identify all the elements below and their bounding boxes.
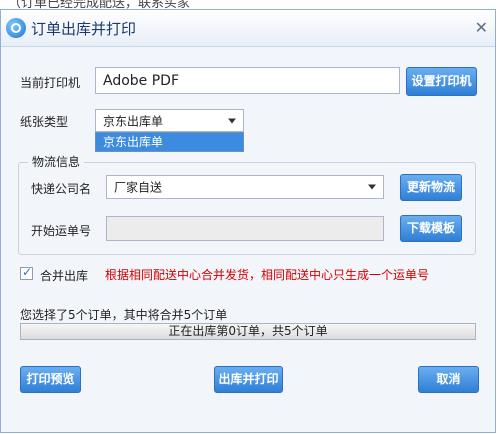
paper-type-label: 纸张类型: [20, 115, 69, 129]
dialog-title: 订单出库并打印: [31, 20, 137, 38]
ship-and-print-button[interactable]: 出库并打印: [214, 366, 283, 393]
progress-bar: 正在出库第0订单，共5个订单: [20, 323, 476, 340]
printer-field[interactable]: Adobe PDF: [95, 67, 400, 94]
progress-text: 正在出库第0订单，共5个订单: [168, 324, 328, 338]
app-logo-icon: [6, 18, 26, 38]
courier-label: 快递公司名: [31, 182, 92, 196]
cancel-button[interactable]: 取消: [418, 366, 479, 393]
tracking-number-label: 开始运单号: [31, 224, 92, 238]
logistics-group-title: 物流信息: [28, 153, 85, 170]
chevron-down-icon: [228, 118, 236, 123]
paper-type-select[interactable]: 京东出库单: [95, 109, 244, 132]
merge-hint: 根据相同配送中心合并发货，相同配送中心只生成一个运单号: [105, 268, 430, 282]
set-printer-button[interactable]: 设置打印机: [406, 67, 477, 96]
download-template-button[interactable]: 下载模板: [400, 215, 462, 242]
dropdown-option-jd[interactable]: 京东出库单: [96, 133, 243, 151]
printer-value: Adobe PDF: [103, 72, 180, 89]
update-logistics-button[interactable]: 更新物流: [400, 174, 462, 201]
paper-type-value: 京东出库单: [103, 114, 164, 128]
paper-type-dropdown: 京东出库单: [95, 132, 244, 152]
print-preview-button[interactable]: 打印预览: [20, 366, 81, 393]
checkmark-icon: ✓: [22, 265, 33, 279]
background-text-strip: （订单已经完成配送，联系买家: [0, 0, 498, 9]
printer-label: 当前打印机: [20, 76, 81, 90]
merge-label: 合并出库: [40, 269, 89, 283]
courier-value: 厂家自送: [114, 180, 163, 195]
merge-checkbox[interactable]: ✓: [20, 265, 33, 280]
selection-summary: 您选择了5个订单，其中将合并5个订单: [20, 308, 228, 322]
tracking-number-input[interactable]: [106, 216, 384, 241]
courier-select[interactable]: 厂家自送: [106, 175, 384, 199]
chevron-down-icon: [368, 184, 376, 190]
close-icon[interactable]: ✕: [475, 18, 488, 37]
title-bar: 订单出库并打印 ✕: [1, 10, 495, 47]
